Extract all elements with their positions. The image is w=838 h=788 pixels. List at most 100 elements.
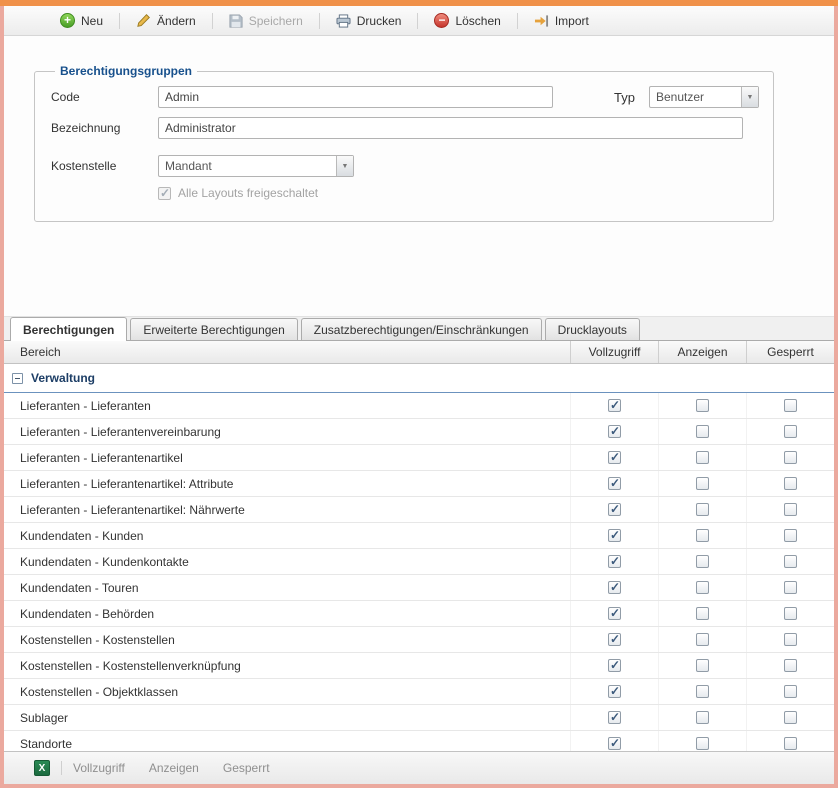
anzeigen-checkbox[interactable]	[696, 399, 709, 412]
gesperrt-checkbox[interactable]	[784, 581, 797, 594]
vollzugriff-checkbox[interactable]	[608, 529, 621, 542]
gesperrt-checkbox[interactable]	[784, 503, 797, 516]
gesperrt-checkbox[interactable]	[784, 399, 797, 412]
vollzugriff-checkbox[interactable]	[608, 399, 621, 412]
vollzugriff-checkbox[interactable]	[608, 555, 621, 568]
gesperrt-cell	[746, 471, 834, 496]
gesperrt-cell	[746, 523, 834, 548]
anzeigen-cell	[658, 731, 746, 751]
kostenstelle-select[interactable]: Mandant	[158, 155, 354, 177]
gesperrt-checkbox[interactable]	[784, 737, 797, 750]
tab-berechtigungen[interactable]: Berechtigungen	[10, 317, 127, 341]
table-row[interactable]: Kostenstellen - Objektklassen	[4, 679, 834, 705]
gesperrt-checkbox[interactable]	[784, 425, 797, 438]
berechtigungsgruppen-groupbox: Berechtigungsgruppen Code Typ Benutzer B…	[34, 64, 774, 222]
vollzugriff-checkbox[interactable]	[608, 633, 621, 646]
gesperrt-checkbox[interactable]	[784, 685, 797, 698]
chevron-down-icon[interactable]	[336, 156, 353, 176]
bezeichnung-label: Bezeichnung	[51, 121, 158, 135]
vollzugriff-checkbox[interactable]	[608, 581, 621, 594]
row-label: Lieferanten - Lieferantenartikel	[4, 451, 570, 465]
gesperrt-checkbox[interactable]	[784, 659, 797, 672]
aendern-button[interactable]: Ändern	[128, 10, 204, 31]
column-header-anzeigen[interactable]: Anzeigen	[658, 341, 746, 363]
gesperrt-cell	[746, 679, 834, 704]
chevron-down-icon[interactable]	[741, 87, 758, 107]
vollzugriff-cell	[570, 523, 658, 548]
bezeichnung-input[interactable]	[158, 117, 743, 139]
gesperrt-checkbox[interactable]	[784, 633, 797, 646]
anzeigen-checkbox[interactable]	[696, 425, 709, 438]
anzeigen-checkbox[interactable]	[696, 685, 709, 698]
table-row[interactable]: Sublager	[4, 705, 834, 731]
anzeigen-checkbox[interactable]	[696, 555, 709, 568]
alle-layouts-label: Alle Layouts freigeschaltet	[178, 186, 318, 200]
vollzugriff-checkbox[interactable]	[608, 659, 621, 672]
anzeigen-checkbox[interactable]	[696, 607, 709, 620]
neu-button[interactable]: Neu	[52, 10, 111, 31]
code-row: Code Typ Benutzer	[51, 86, 759, 108]
column-header-bereich[interactable]: Bereich	[4, 341, 570, 363]
anzeigen-checkbox[interactable]	[696, 581, 709, 594]
table-row[interactable]: Standorte	[4, 731, 834, 751]
pencil-icon	[136, 13, 151, 28]
gesperrt-checkbox[interactable]	[784, 477, 797, 490]
vollzugriff-checkbox[interactable]	[608, 425, 621, 438]
anzeigen-checkbox[interactable]	[696, 633, 709, 646]
typ-select[interactable]: Benutzer	[649, 86, 759, 108]
vollzugriff-checkbox[interactable]	[608, 451, 621, 464]
gesperrt-checkbox[interactable]	[784, 555, 797, 568]
tab-zusatzberechtigungen[interactable]: Zusatzberechtigungen/Einschränkungen	[301, 318, 542, 340]
tab-drucklayouts[interactable]: Drucklayouts	[545, 318, 640, 340]
table-header: Bereich Vollzugriff Anzeigen Gesperrt	[4, 341, 834, 364]
gesperrt-checkbox[interactable]	[784, 529, 797, 542]
vollzugriff-checkbox[interactable]	[608, 737, 621, 750]
table-row[interactable]: Kundendaten - Behörden	[4, 601, 834, 627]
vollzugriff-checkbox[interactable]	[608, 685, 621, 698]
collapse-minus-icon[interactable]	[12, 373, 23, 384]
toolbar-divider	[119, 13, 120, 29]
table-row[interactable]: Kostenstellen - Kostenstellenverknüpfung	[4, 653, 834, 679]
anzeigen-checkbox[interactable]	[696, 659, 709, 672]
vollzugriff-checkbox[interactable]	[608, 503, 621, 516]
import-button[interactable]: Import	[526, 11, 597, 31]
anzeigen-checkbox[interactable]	[696, 529, 709, 542]
tab-bar: Berechtigungen Erweiterte Berechtigungen…	[4, 316, 834, 341]
toolbar-divider	[417, 13, 418, 29]
drucken-button[interactable]: Drucken	[328, 11, 410, 31]
table-row[interactable]: Kundendaten - Kunden	[4, 523, 834, 549]
anzeigen-checkbox[interactable]	[696, 477, 709, 490]
table-row[interactable]: Kostenstellen - Kostenstellen	[4, 627, 834, 653]
gesperrt-checkbox[interactable]	[784, 451, 797, 464]
gesperrt-cell	[746, 601, 834, 626]
excel-export-icon[interactable]	[34, 760, 50, 776]
table-row[interactable]: Lieferanten - Lieferantenartikel: Nährwe…	[4, 497, 834, 523]
speichern-button[interactable]: Speichern	[221, 11, 311, 31]
vollzugriff-checkbox[interactable]	[608, 477, 621, 490]
alle-layouts-checkbox[interactable]	[158, 187, 171, 200]
table-row[interactable]: Kundendaten - Touren	[4, 575, 834, 601]
vollzugriff-cell	[570, 653, 658, 678]
vollzugriff-cell	[570, 705, 658, 730]
table-row[interactable]: Lieferanten - Lieferantenartikel	[4, 445, 834, 471]
row-label: Sublager	[4, 711, 570, 725]
table-row[interactable]: Lieferanten - Lieferantenvereinbarung	[4, 419, 834, 445]
anzeigen-checkbox[interactable]	[696, 503, 709, 516]
table-row[interactable]: Lieferanten - Lieferantenartikel: Attrib…	[4, 471, 834, 497]
drucken-button-label: Drucken	[357, 14, 402, 28]
anzeigen-checkbox[interactable]	[696, 711, 709, 724]
column-header-vollzugriff[interactable]: Vollzugriff	[570, 341, 658, 363]
tab-erweiterte-berechtigungen[interactable]: Erweiterte Berechtigungen	[130, 318, 297, 340]
vollzugriff-checkbox[interactable]	[608, 607, 621, 620]
group-row-verwaltung[interactable]: Verwaltung	[4, 364, 834, 393]
anzeigen-checkbox[interactable]	[696, 737, 709, 750]
code-input[interactable]	[158, 86, 553, 108]
loeschen-button[interactable]: Löschen	[426, 10, 508, 31]
gesperrt-checkbox[interactable]	[784, 711, 797, 724]
gesperrt-checkbox[interactable]	[784, 607, 797, 620]
table-row[interactable]: Kundendaten - Kundenkontakte	[4, 549, 834, 575]
table-row[interactable]: Lieferanten - Lieferanten	[4, 393, 834, 419]
column-header-gesperrt[interactable]: Gesperrt	[746, 341, 834, 363]
anzeigen-checkbox[interactable]	[696, 451, 709, 464]
vollzugriff-checkbox[interactable]	[608, 711, 621, 724]
